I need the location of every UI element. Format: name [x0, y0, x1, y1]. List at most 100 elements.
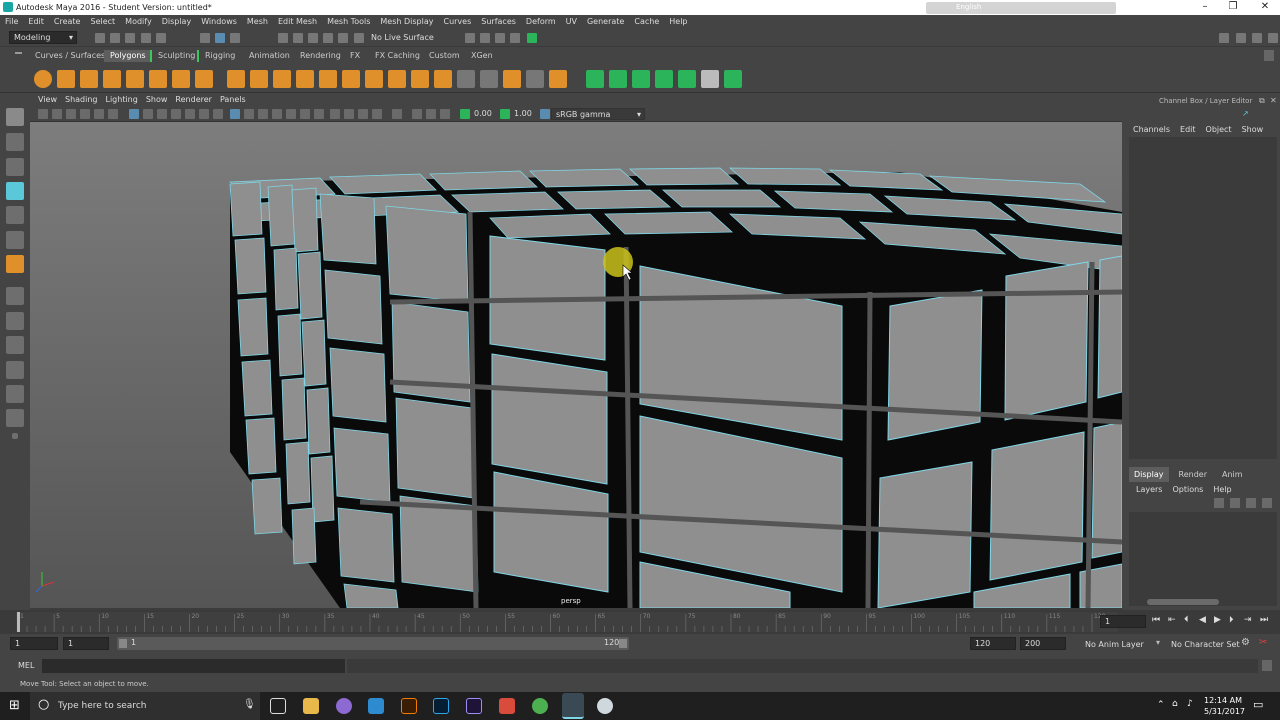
camtasia-icon[interactable] — [368, 698, 384, 714]
scene-start-field[interactable]: 1 — [10, 637, 58, 650]
two-d-pan-zoom-icon[interactable] — [94, 109, 104, 119]
network-icon[interactable]: ⌂ — [1172, 699, 1178, 709]
insert-edge-loop-icon[interactable] — [388, 70, 406, 88]
bevel-icon[interactable] — [365, 70, 383, 88]
shadows-icon[interactable] — [300, 109, 310, 119]
move-layer-down-icon[interactable] — [1230, 498, 1240, 508]
shelf-tab-rendering[interactable]: Rendering — [294, 50, 347, 62]
textured-icon[interactable] — [272, 109, 282, 119]
shelf-tab-fx-caching[interactable]: FX Caching — [369, 50, 426, 62]
render-current-icon[interactable] — [480, 33, 490, 43]
shelf-tab-xgen[interactable]: XGen — [465, 50, 499, 62]
channel-list[interactable] — [1129, 137, 1277, 459]
xray-joints-icon[interactable] — [344, 109, 354, 119]
depth-of-field-icon[interactable] — [426, 109, 436, 119]
notifications-icon[interactable]: ▭ — [1253, 698, 1263, 711]
menu-file[interactable]: File — [0, 15, 23, 29]
panel-menu-renderer[interactable]: Renderer — [171, 93, 216, 107]
smooth-shade-icon[interactable] — [244, 109, 254, 119]
new-layer-selected-icon[interactable] — [1262, 498, 1272, 508]
playhead[interactable] — [17, 612, 20, 632]
rotate-tool-icon[interactable] — [6, 206, 24, 224]
play-forward-icon[interactable]: ▶ — [1214, 615, 1221, 625]
shelf-tab-rigging[interactable]: Rigging — [197, 50, 241, 62]
play-backward-icon[interactable]: ◀ — [1199, 615, 1206, 625]
shelf-scroll-icon[interactable] — [1264, 50, 1274, 61]
poly-pipe-icon[interactable] — [195, 70, 213, 88]
combine-icon[interactable] — [227, 70, 245, 88]
mode-dropdown[interactable]: Modeling ▾ — [9, 31, 77, 44]
maya-taskbar-icon[interactable] — [562, 693, 584, 719]
planar-uv-icon[interactable] — [586, 70, 604, 88]
bridge-icon[interactable] — [342, 70, 360, 88]
multi-cut-icon[interactable] — [411, 70, 429, 88]
taskbar-search-box[interactable]: ○ Type here to search 🎙 — [30, 692, 260, 720]
exposure-icon[interactable] — [460, 109, 470, 119]
resolution-gate-icon[interactable] — [157, 109, 167, 119]
menu-create[interactable]: Create — [49, 15, 86, 29]
boolean-icon[interactable] — [296, 70, 314, 88]
persp-graph-layout-icon[interactable] — [6, 361, 24, 379]
layer-menu-layers[interactable]: Layers — [1129, 483, 1167, 496]
channel-filter-icon[interactable]: ↗ — [1242, 109, 1249, 118]
gamma-icon[interactable] — [500, 109, 510, 119]
time-ruler-background[interactable] — [16, 612, 1118, 632]
wireframe-icon[interactable] — [230, 109, 240, 119]
persp-uv-layout-icon[interactable] — [6, 409, 24, 427]
float-panel-icon[interactable]: ⧉ — [1259, 96, 1265, 106]
xray-active-icon[interactable] — [358, 109, 368, 119]
mel-input[interactable] — [42, 659, 345, 673]
poly-cone-icon[interactable] — [103, 70, 121, 88]
clock-date[interactable]: 5/31/2017 — [1204, 707, 1245, 716]
shelf-tab-polygons[interactable]: Polygons — [104, 50, 152, 62]
panel-menu-shading[interactable]: Shading — [61, 93, 102, 107]
step-forward-frame-icon[interactable]: ⏵ — [1229, 615, 1234, 625]
tool-settings-icon[interactable] — [1252, 33, 1262, 43]
step-forward-key-icon[interactable]: ⇥ — [1244, 615, 1252, 625]
menu-mesh-display[interactable]: Mesh Display — [375, 15, 438, 29]
menu-edit[interactable]: Edit — [23, 15, 49, 29]
attribute-editor-icon[interactable] — [1236, 33, 1246, 43]
menu-surfaces[interactable]: Surfaces — [476, 15, 521, 29]
single-view-layout-icon[interactable] — [6, 287, 24, 305]
layer-scroll-thumb[interactable] — [1147, 599, 1219, 605]
sidebar-toggle-icon[interactable] — [1219, 33, 1229, 43]
lasso-tool-icon[interactable] — [6, 133, 24, 151]
menu-generate[interactable]: Generate — [582, 15, 629, 29]
poly-sphere-icon[interactable] — [34, 70, 52, 88]
panel-menu-view[interactable]: View — [34, 93, 61, 107]
render-view-icon[interactable] — [465, 33, 475, 43]
magnet-icon[interactable] — [354, 33, 364, 43]
step-back-frame-icon[interactable]: ⏴ — [1184, 615, 1189, 625]
layer-tab-anim[interactable]: Anim — [1217, 467, 1248, 482]
menu-windows[interactable]: Windows — [196, 15, 242, 29]
menu-select[interactable]: Select — [85, 15, 120, 29]
tray-chevron-icon[interactable]: ⌃ — [1157, 700, 1165, 710]
go-to-start-icon[interactable]: ⏮ — [1152, 615, 1160, 625]
poly-pyramid-icon[interactable] — [172, 70, 190, 88]
cylindrical-uv-icon[interactable] — [609, 70, 627, 88]
shelf-tab-fx[interactable]: FX — [344, 50, 366, 62]
shelf-tab-custom[interactable]: Custom — [423, 50, 466, 62]
separate-icon[interactable] — [250, 70, 268, 88]
gate-mask-icon[interactable] — [171, 109, 181, 119]
undo-icon[interactable] — [141, 33, 151, 43]
spherical-uv-icon[interactable] — [632, 70, 650, 88]
transfer-attributes-icon[interactable] — [724, 70, 742, 88]
center-pivot-icon[interactable] — [480, 70, 498, 88]
render-settings-icon[interactable] — [510, 33, 520, 43]
microphone-icon[interactable]: 🎙 — [243, 699, 256, 710]
persp-hypershade-layout-icon[interactable] — [6, 385, 24, 403]
film-gate-icon[interactable] — [143, 109, 153, 119]
exposure-value[interactable]: 0.00 — [474, 109, 492, 118]
grid-toggle-icon[interactable] — [129, 109, 139, 119]
creative-cloud-icon[interactable] — [499, 698, 515, 714]
menu-help[interactable]: Help — [664, 15, 692, 29]
character-set-dropdown[interactable]: No Character Set — [1171, 640, 1240, 649]
snap-curve-icon[interactable] — [293, 33, 303, 43]
panel-menu-lighting[interactable]: Lighting — [101, 93, 141, 107]
menu-uv[interactable]: UV — [561, 15, 582, 29]
use-lights-icon[interactable] — [286, 109, 296, 119]
smooth-icon[interactable] — [273, 70, 291, 88]
select-hierarchy-icon[interactable] — [200, 33, 210, 43]
